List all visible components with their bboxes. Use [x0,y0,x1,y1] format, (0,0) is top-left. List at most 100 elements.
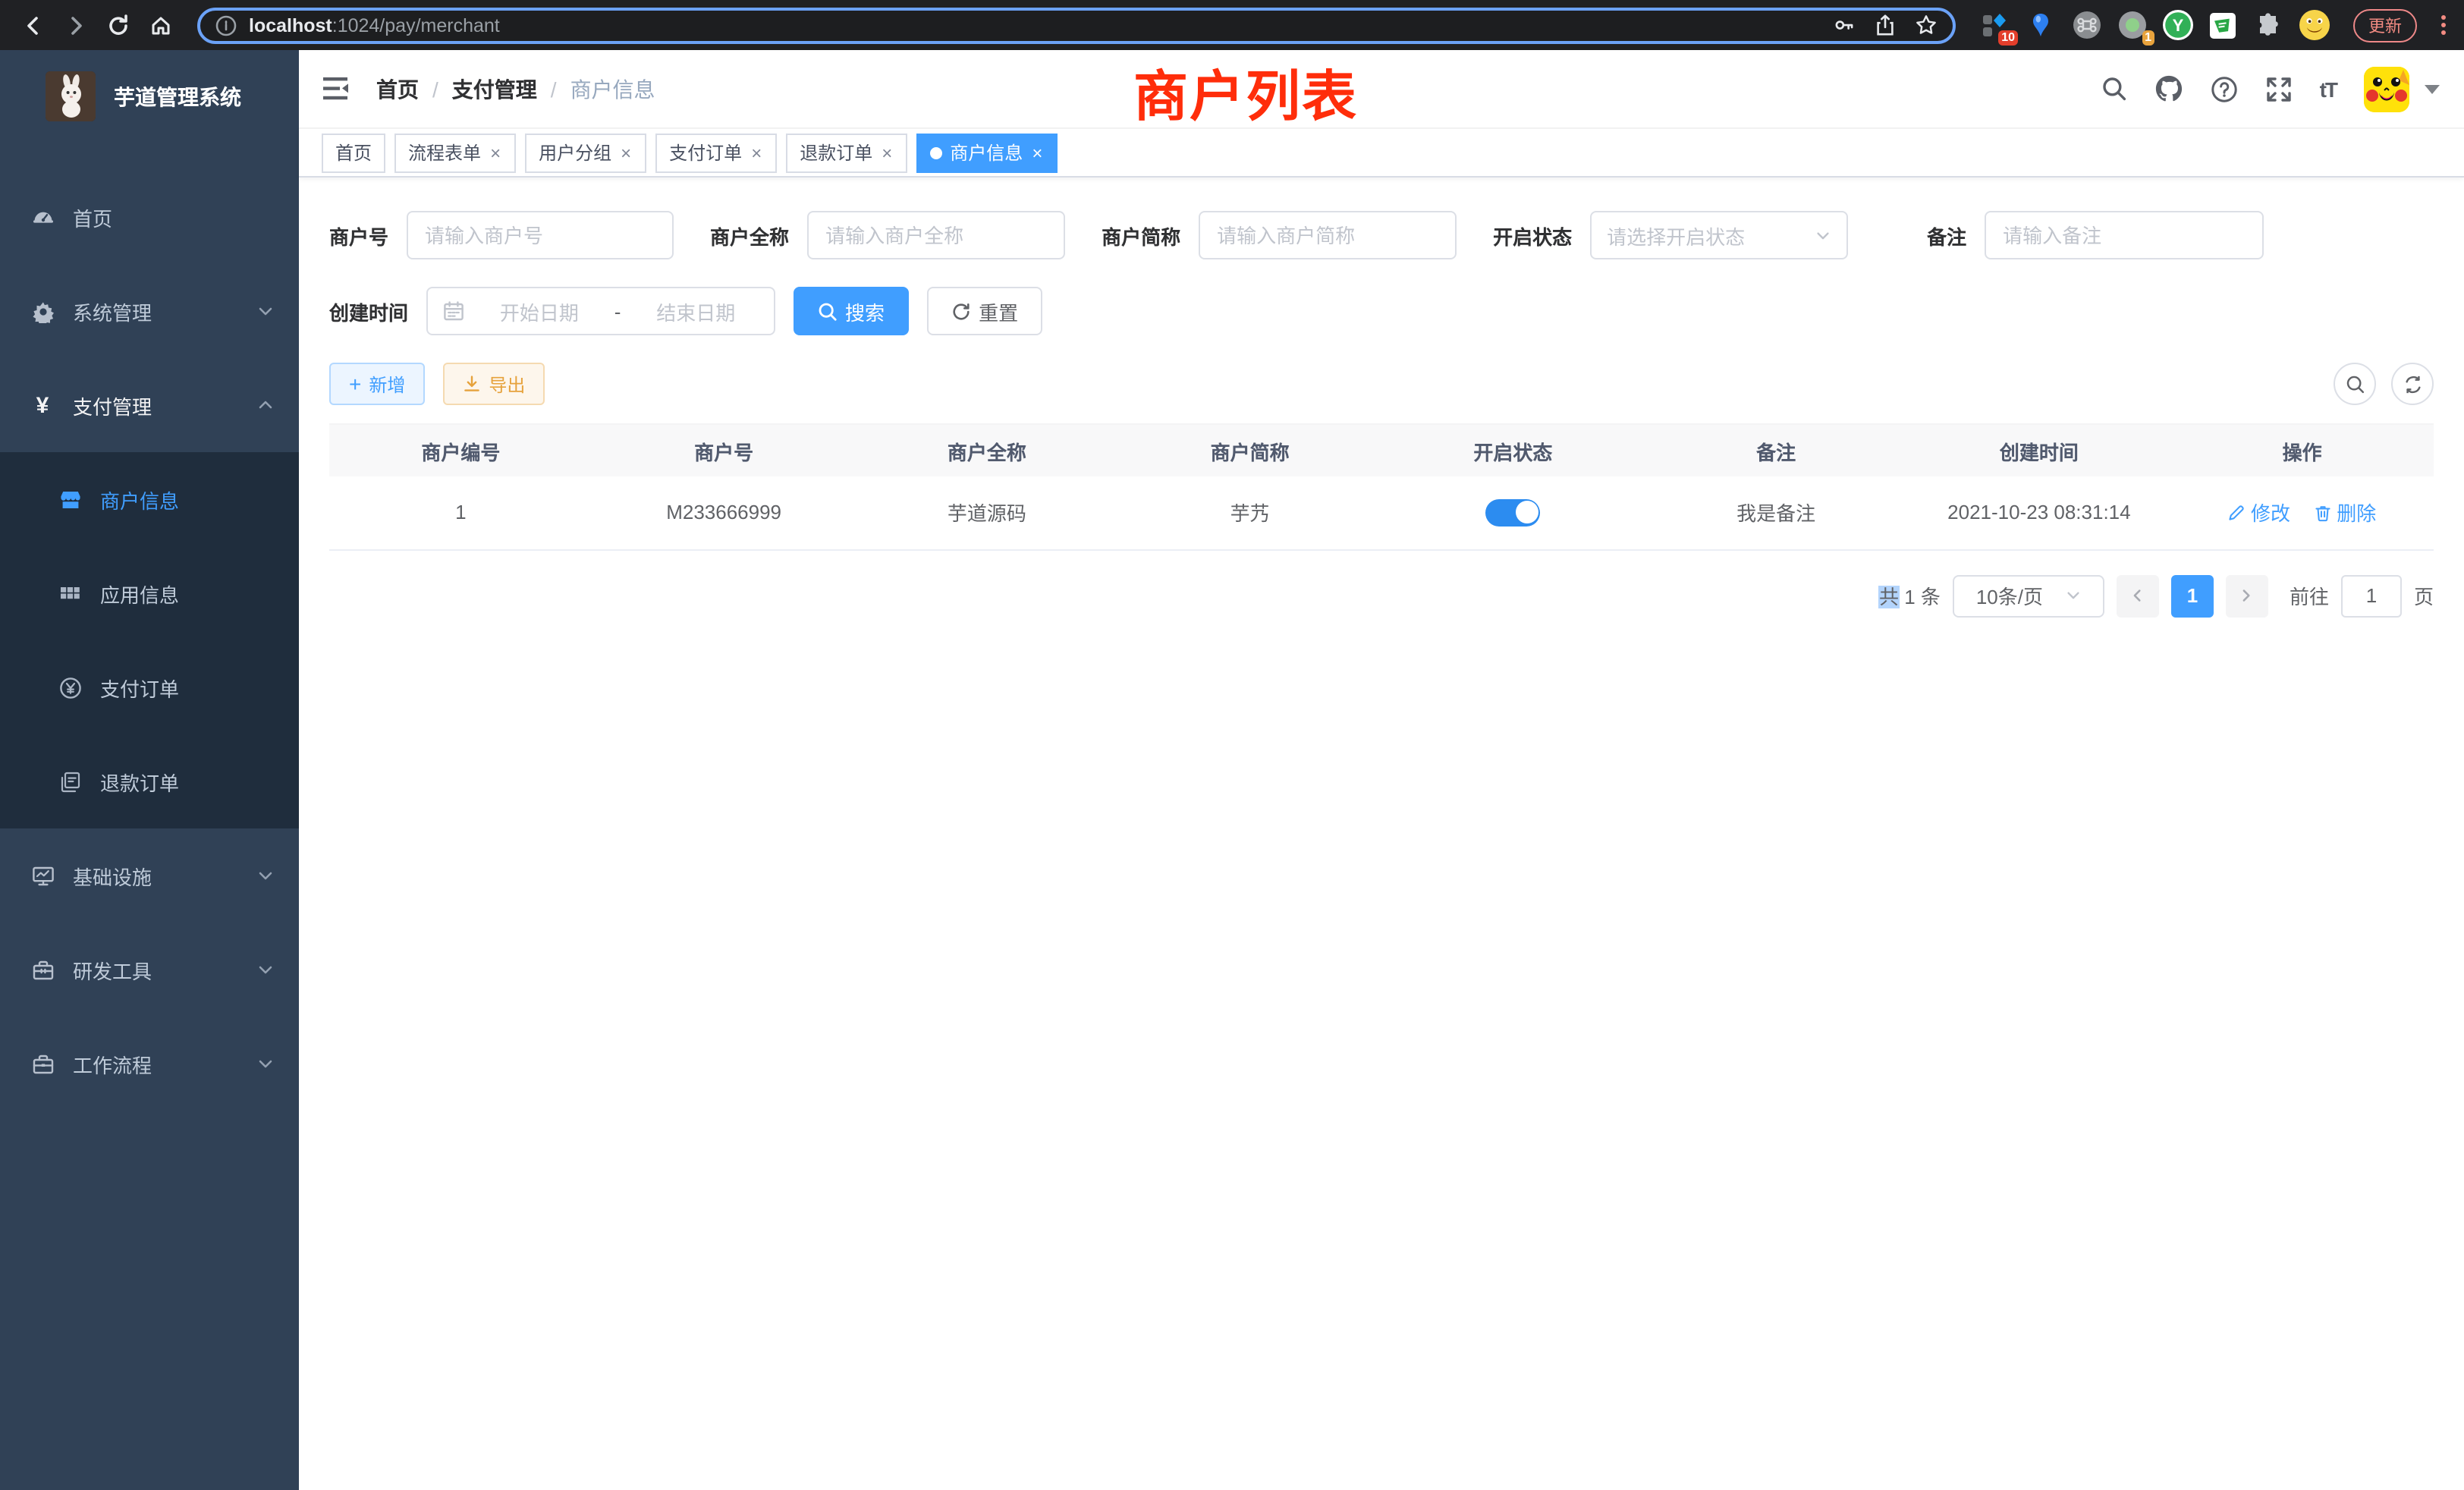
sidebar-item-home[interactable]: 首页 [0,170,299,264]
tab-close-icon[interactable]: × [619,142,633,163]
tab-user-group[interactable]: 用户分组× [525,133,646,172]
sidebar-logo-row[interactable]: 芋道管理系统 [0,50,299,143]
monitor-chart-icon [30,864,55,887]
address-bar[interactable]: localhost:1024/pay/merchant [197,7,1956,43]
tab-merchant-info[interactable]: 商户信息× [916,133,1058,172]
font-size-button[interactable]: tT [2320,77,2337,101]
avatar-dropdown-caret[interactable] [2425,84,2440,93]
table-header-row: 商户编号 商户号 商户全称 商户简称 开启状态 备注 创建时间 操作 [329,425,2434,476]
export-button[interactable]: 导出 [443,363,545,405]
breadcrumb-home[interactable]: 首页 [376,74,419,104]
extension-proxy-icon[interactable]: 1 [2117,10,2147,40]
github-icon [2154,74,2183,103]
reset-button[interactable]: 重置 [927,287,1042,335]
refresh-table-button[interactable] [2391,363,2434,405]
green-y-icon: Y [2161,9,2193,41]
sidebar-item-app-info[interactable]: 应用信息 [0,546,299,640]
user-avatar[interactable] [2364,66,2409,112]
sidebar-item-pay-order[interactable]: 支付订单 [0,640,299,734]
bookmark-star-icon[interactable] [1915,14,1938,36]
tab-close-icon[interactable]: × [489,142,502,163]
breadcrumb-payment[interactable]: 支付管理 [452,74,537,104]
docs-help-button[interactable] [2211,75,2238,102]
annotation-merchant-list: 商户列表 [1133,53,1358,132]
extension-badge: 10 [1998,30,2018,45]
puzzle-piece-icon [2255,11,2282,39]
screen: localhost:1024/pay/merchant 10 1 [0,0,2464,1490]
sidebar-item-workflow[interactable]: 工作流程 [0,1017,299,1111]
sidebar-item-merchant-info[interactable]: 商户信息 [0,452,299,546]
extension-tampermonkey-icon[interactable]: 10 [1980,10,2010,40]
browser-profile-avatar[interactable] [2299,10,2329,40]
next-page-button[interactable] [2226,574,2268,617]
briefcase-icon [30,1052,55,1075]
tab-close-icon[interactable]: × [1030,142,1044,163]
merchant-short-input[interactable] [1199,211,1457,259]
extension-command-icon[interactable] [2071,10,2101,40]
tab-process-form[interactable]: 流程表单× [394,133,516,172]
delete-link[interactable]: 删除 [2314,498,2376,527]
cell-actions: 修改 删除 [2170,476,2434,549]
add-button[interactable]: + 新增 [329,363,425,405]
extension-chat-icon[interactable] [2208,10,2238,40]
sidebar-item-system[interactable]: 系统管理 [0,264,299,358]
edit-link[interactable]: 修改 [2228,498,2290,527]
header-search-button[interactable] [2101,76,2127,102]
github-link-button[interactable] [2154,74,2183,103]
browser-home-button[interactable] [143,7,179,43]
tab-close-icon[interactable]: × [750,142,763,163]
pay-circle-icon [58,676,82,699]
browser-back-button[interactable] [15,7,52,43]
status-toggle[interactable] [1485,499,1540,527]
filter-merchant-short: 商户简称 [1102,211,1457,259]
goto-label: 前往 [2290,581,2329,610]
fullscreen-button[interactable] [2265,75,2293,102]
share-icon[interactable] [1874,14,1897,36]
refresh-icon [951,301,971,321]
extensions-puzzle-icon[interactable] [2253,10,2283,40]
extension-pin-icon[interactable] [2026,10,2056,40]
status-select[interactable]: 请选择开启状态 [1590,211,1848,259]
tab-close-icon[interactable]: × [880,142,894,163]
table-row: 1 M233666999 芋道源码 芋艿 我是备注 2021-10-23 08:… [329,476,2434,549]
start-date-placeholder: 开始日期 [476,297,602,325]
cell-merchant-name: 芋道源码 [856,476,1119,549]
filter-remark: 备注 [1927,211,2264,259]
sidebar-item-label: 支付订单 [100,673,179,702]
tab-pay-order[interactable]: 支付订单× [655,133,777,172]
goto-page-input[interactable] [2341,574,2402,617]
total-text: 1 条 [1899,586,1941,608]
sidebar-item-label: 系统管理 [73,297,256,325]
download-icon [463,375,481,393]
create-time-range-picker[interactable]: 开始日期 - 结束日期 [426,287,775,335]
tab-home[interactable]: 首页 [322,133,385,172]
browser-forward-button[interactable] [58,7,94,43]
password-key-icon[interactable] [1833,14,1856,36]
sidebar-item-refund-order[interactable]: 退款订单 [0,734,299,828]
browser-update-button[interactable]: 更新 [2353,8,2417,42]
tab-refund-order[interactable]: 退款订单× [786,133,907,172]
sidebar-item-dev-tools[interactable]: 研发工具 [0,923,299,1017]
delete-link-label: 删除 [2337,498,2376,527]
merchant-no-input[interactable] [407,211,674,259]
sidebar-item-infrastructure[interactable]: 基础设施 [0,828,299,923]
remark-input[interactable] [1985,211,2264,259]
merchant-table: 商户编号 商户号 商户全称 商户简称 开启状态 备注 创建时间 操作 [329,423,2434,550]
sidebar-item-label: 工作流程 [73,1049,256,1078]
search-button[interactable]: 搜索 [794,287,909,335]
prev-page-button[interactable] [2117,574,2159,617]
sidebar-item-payment[interactable]: ¥ 支付管理 [0,358,299,452]
sidebar-item-label: 商户信息 [100,485,179,514]
browser-reload-button[interactable] [100,7,137,43]
dashboard-icon [30,206,55,228]
select-placeholder: 请选择开启状态 [1607,221,1815,250]
sidebar-toggle-button[interactable] [323,76,352,102]
page-size-select[interactable]: 10条/页 [1953,574,2104,617]
browser-menu-button[interactable] [2441,15,2446,35]
show-search-toggle-button[interactable] [2334,363,2376,405]
cell-merchant-short: 芋艿 [1118,476,1381,549]
page-number-1[interactable]: 1 [2171,574,2214,617]
extension-y-icon[interactable]: Y [2162,10,2192,40]
documents-icon [58,770,82,793]
merchant-name-input[interactable] [807,211,1065,259]
